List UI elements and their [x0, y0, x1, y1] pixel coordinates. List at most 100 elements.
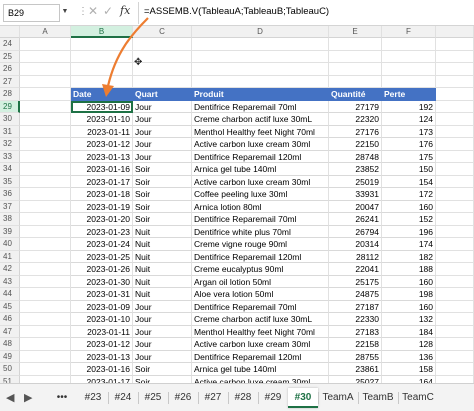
row-number[interactable]: 42 — [0, 263, 20, 276]
cell-perte[interactable]: 192 — [382, 100, 436, 113]
cell[interactable] — [20, 113, 71, 126]
cell-quantite[interactable]: 25175 — [329, 275, 382, 288]
cell-quantite[interactable]: 22320 — [329, 113, 382, 126]
column-header-c[interactable]: C — [133, 26, 192, 38]
cell[interactable] — [329, 38, 382, 51]
cell[interactable] — [20, 50, 71, 63]
header-date[interactable]: Date — [71, 88, 133, 101]
row-number[interactable]: 49 — [0, 350, 20, 363]
cell[interactable] — [436, 175, 474, 188]
cell-quantite[interactable]: 28748 — [329, 150, 382, 163]
cell-produit[interactable]: Creme vigne rouge 90ml — [192, 238, 329, 251]
cell-produit[interactable]: Creme charbon actif luxe 30mL — [192, 313, 329, 326]
cell-produit[interactable]: Dentifrice Reparemail 70ml — [192, 213, 329, 226]
formula-input[interactable]: =ASSEMB.V(TableauA;TableauB;TableauC) — [138, 2, 474, 24]
cell[interactable] — [20, 225, 71, 238]
row-number[interactable]: 38 — [0, 213, 20, 226]
cell-date[interactable]: 2023-01-12 — [71, 138, 133, 151]
cell-produit[interactable]: Dentifrice Reparemail 120ml — [192, 150, 329, 163]
cell[interactable] — [436, 113, 474, 126]
cell[interactable] — [20, 363, 71, 376]
cell-date[interactable]: 2023-01-09 — [71, 300, 133, 313]
cell-produit[interactable]: Active carbon luxe cream 30ml — [192, 375, 329, 383]
cell-perte[interactable]: 198 — [382, 288, 436, 301]
cell-quart[interactable]: Jour — [133, 313, 192, 326]
cell-produit[interactable]: Dentifrice white plus 70ml — [192, 225, 329, 238]
cell-date[interactable]: 2023-01-16 — [71, 363, 133, 376]
cell[interactable] — [436, 250, 474, 263]
row-number[interactable]: 45 — [0, 300, 20, 313]
row-number[interactable]: 35 — [0, 175, 20, 188]
cell-quart[interactable]: Jour — [133, 150, 192, 163]
cell-date[interactable]: 2023-01-31 — [71, 288, 133, 301]
cell[interactable] — [20, 313, 71, 326]
cell[interactable] — [20, 63, 71, 76]
cell-produit[interactable]: Argan oil lotion 50ml — [192, 275, 329, 288]
cell-quart[interactable]: Jour — [133, 125, 192, 138]
cell-date[interactable]: 2023-01-13 — [71, 350, 133, 363]
cell-quantite[interactable]: 27179 — [329, 100, 382, 113]
cell-quart[interactable]: Soir — [133, 163, 192, 176]
cell[interactable] — [133, 75, 192, 88]
cell[interactable] — [436, 275, 474, 288]
cell[interactable] — [20, 150, 71, 163]
cell[interactable] — [20, 88, 71, 101]
cell-perte[interactable]: 132 — [382, 313, 436, 326]
cell[interactable] — [192, 50, 329, 63]
row-number[interactable]: 36 — [0, 188, 20, 201]
cancel-icon[interactable]: ✕ — [88, 4, 98, 18]
cell-perte[interactable]: 176 — [382, 138, 436, 151]
cell-date[interactable]: 2023-01-16 — [71, 163, 133, 176]
cell[interactable] — [436, 350, 474, 363]
cell-perte[interactable]: 172 — [382, 188, 436, 201]
cell-produit[interactable]: Aloe vera lotion 50ml — [192, 288, 329, 301]
header-produit[interactable]: Produit — [192, 88, 329, 101]
cell-perte[interactable]: 196 — [382, 225, 436, 238]
cell-quantite[interactable]: 26241 — [329, 213, 382, 226]
cell[interactable] — [436, 263, 474, 276]
more-sheets-button[interactable]: ••• — [48, 388, 76, 408]
cell-produit[interactable]: Creme eucalyptus 90ml — [192, 263, 329, 276]
cell-date[interactable]: 2023-01-17 — [71, 375, 133, 383]
cell[interactable] — [71, 63, 133, 76]
cell[interactable] — [436, 375, 474, 383]
header-quart[interactable]: Quart — [133, 88, 192, 101]
column-header-e[interactable]: E — [329, 26, 382, 38]
cell-quart[interactable]: Soir — [133, 375, 192, 383]
cell-produit[interactable]: Coffee peeling luxe 30ml — [192, 188, 329, 201]
cell-perte[interactable]: 160 — [382, 275, 436, 288]
cell[interactable] — [436, 138, 474, 151]
cell[interactable] — [436, 300, 474, 313]
cell-quart[interactable]: Soir — [133, 200, 192, 213]
sheet-tab[interactable]: #25 — [138, 388, 168, 408]
sheet-tab[interactable]: TeamB — [358, 388, 398, 408]
cell[interactable] — [20, 188, 71, 201]
cell[interactable] — [329, 50, 382, 63]
row-number[interactable]: 44 — [0, 288, 20, 301]
cell-quantite[interactable]: 27176 — [329, 125, 382, 138]
select-all-corner[interactable] — [0, 26, 20, 38]
cell[interactable] — [133, 38, 192, 51]
cell-perte[interactable]: 158 — [382, 363, 436, 376]
cell[interactable] — [436, 75, 474, 88]
row-number[interactable]: 48 — [0, 338, 20, 351]
column-header-f[interactable]: F — [382, 26, 436, 38]
row-number[interactable]: 47 — [0, 325, 20, 338]
cell[interactable] — [20, 350, 71, 363]
row-number[interactable]: 26 — [0, 63, 20, 76]
cell-quantite[interactable]: 33931 — [329, 188, 382, 201]
cell-quart[interactable]: Jour — [133, 138, 192, 151]
cell-quart[interactable]: Nuit — [133, 263, 192, 276]
cell-perte[interactable]: 184 — [382, 325, 436, 338]
cell-date[interactable]: 2023-01-20 — [71, 213, 133, 226]
sheet-tab[interactable]: #27 — [198, 388, 228, 408]
cell-quantite[interactable]: 27187 — [329, 300, 382, 313]
cell[interactable] — [20, 75, 71, 88]
cell-quart[interactable]: Nuit — [133, 288, 192, 301]
cell[interactable] — [436, 313, 474, 326]
cell[interactable] — [436, 213, 474, 226]
cell[interactable] — [20, 163, 71, 176]
cell-quantite[interactable]: 28112 — [329, 250, 382, 263]
cell[interactable] — [20, 138, 71, 151]
column-header-g[interactable] — [436, 26, 474, 38]
